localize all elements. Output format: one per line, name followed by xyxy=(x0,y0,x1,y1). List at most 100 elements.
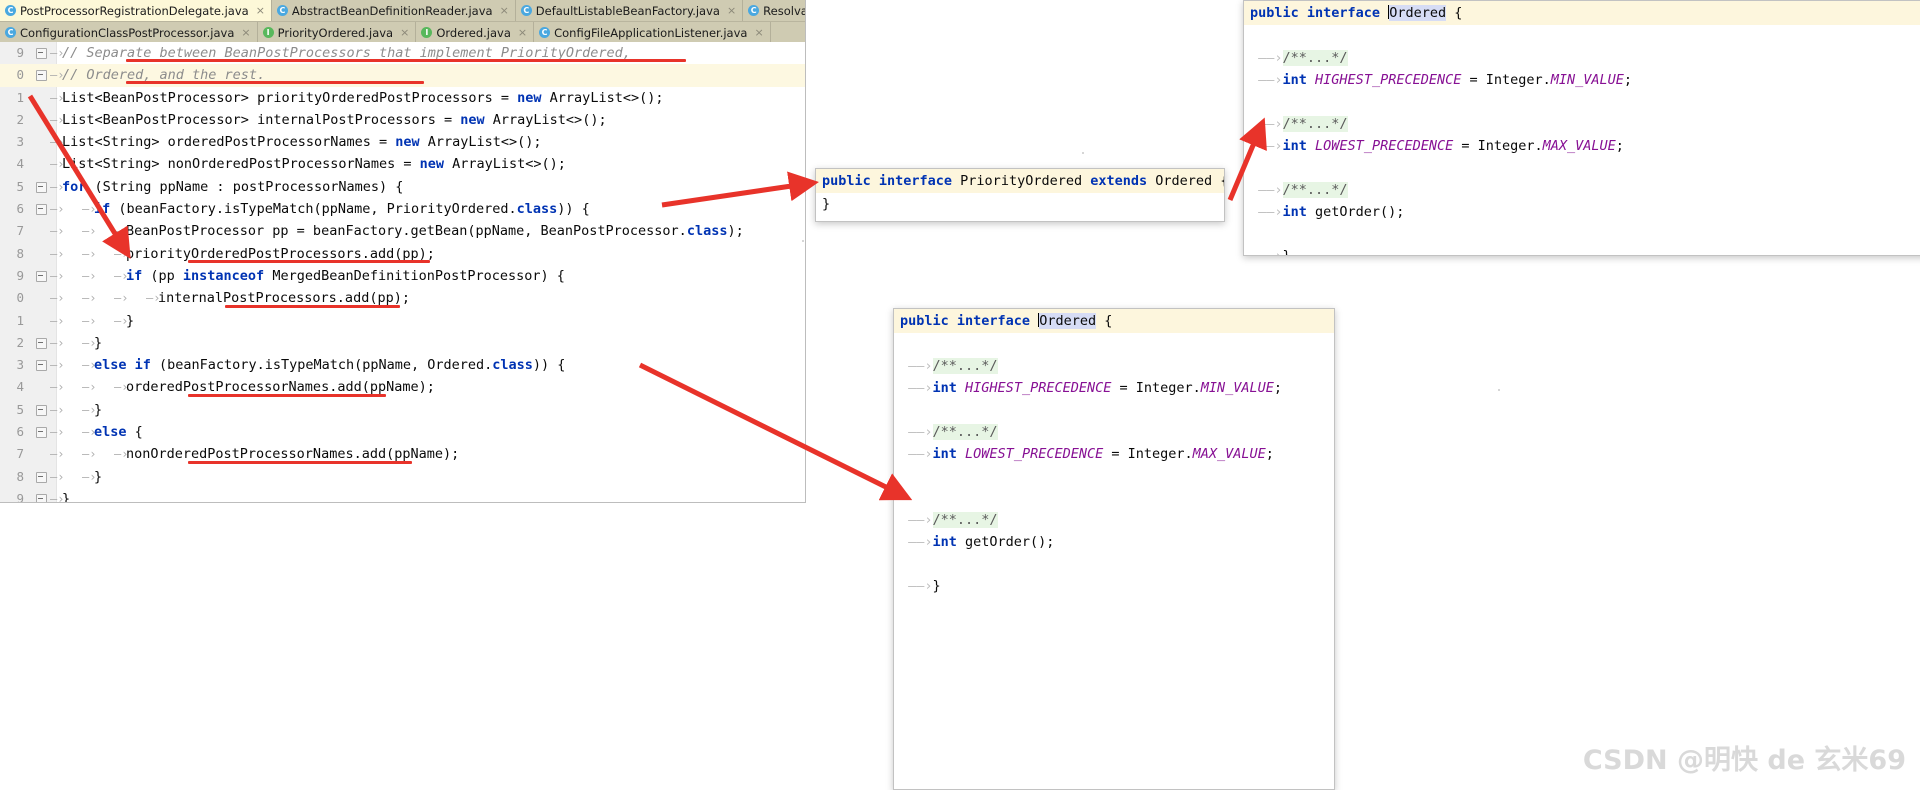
close-icon[interactable]: × xyxy=(754,27,763,38)
interface-icon: I xyxy=(262,27,274,38)
fold-toggle-icon[interactable] xyxy=(36,204,47,216)
fold-toggle-icon[interactable] xyxy=(36,48,47,59)
watermark-text: CSDN @明快 de 玄米69 xyxy=(1582,745,1906,776)
code-line[interactable]: 6 —› —› else { xyxy=(0,421,805,443)
editor-tab-resolvabletype[interactable]: CResolvableType.java× xyxy=(743,0,805,21)
code-line[interactable]: 1 —› List<BeanPostProcessor> priorityOrder… xyxy=(0,87,805,109)
code-line[interactable]: 3 —› List<String> orderedPostProcessorName… xyxy=(0,131,805,153)
code-text: } xyxy=(94,401,103,418)
code-content[interactable]: 9 —›// Separate between BeanPostProcessor… xyxy=(0,42,805,503)
code-line[interactable]: 1 —› —› —›} xyxy=(0,310,805,332)
class-icon: C xyxy=(539,27,551,38)
indent-guide-icon: —› xyxy=(50,402,65,417)
code-line[interactable]: 0 —› —› —› —› internalPostProcessors.add(pp); xyxy=(0,287,805,309)
close-icon[interactable]: × xyxy=(518,27,527,38)
indent-guide-icon: ——› xyxy=(900,512,933,528)
fold-toggle-icon[interactable] xyxy=(36,360,47,372)
close-icon[interactable]: × xyxy=(400,27,409,38)
code-text: List<String> nonOrderedPostProcessorName… xyxy=(62,156,566,173)
indent-guide-icon: ——› xyxy=(1250,204,1283,220)
editor-tab-abstractbeandefinitionreader[interactable]: C AbstractBeanDefinitionReader.java × xyxy=(271,0,516,21)
javadoc-fold-text[interactable]: /**...*/ xyxy=(932,424,998,440)
indent-guide-icon: —› xyxy=(82,291,97,306)
popup-priority-ordered-signature: public interface PriorityOrdered extends… xyxy=(816,169,1224,193)
close-icon[interactable]: × xyxy=(500,5,509,16)
fold-toggle-icon[interactable] xyxy=(36,427,47,439)
indent-guide-icon: —› xyxy=(50,447,65,462)
editor-tab-postprocessorregistrationdelegate[interactable]: C PostProcessorRegistrationDelegate.java × xyxy=(0,0,272,21)
class-icon: C xyxy=(276,5,288,16)
class-icon: C xyxy=(5,27,16,38)
indent-guide-icon: ——› xyxy=(1250,138,1283,154)
code-line[interactable]: 9 —›} xyxy=(0,488,805,503)
fold-toggle-icon[interactable] xyxy=(36,493,47,502)
code-line[interactable]: 7 —› —› —› BeanPostProcessor pp = beanFactor… xyxy=(0,220,805,242)
popup-ordered-main[interactable]: public interface Ordered { ——›/**...*/ —… xyxy=(893,308,1335,790)
editor-tab-label: ConfigurationClassPostProcessor.java xyxy=(20,25,235,40)
popup-code-line: ——›int HIGHEST_PRECEDENCE = Integer.MIN_… xyxy=(900,380,1283,396)
fold-toggle-icon[interactable] xyxy=(36,471,47,483)
fold-toggle-icon[interactable] xyxy=(36,404,47,416)
code-text: if (pp instanceof MergedBeanDefinitionPo… xyxy=(126,267,565,284)
editor-tab-ordered[interactable]: I Ordered.java × xyxy=(416,22,535,43)
popup-ordered-main-signature: public interface Ordered { xyxy=(894,309,1334,333)
code-line[interactable]: 4 —› —› —› orderedPostProcessorNames.add(ppN… xyxy=(0,376,805,398)
javadoc-fold-text[interactable]: /**...*/ xyxy=(1282,50,1348,66)
code-line[interactable]: 4 —› List<String> nonOrderedPostProcessorN… xyxy=(0,153,805,175)
javadoc-fold-text[interactable]: /**...*/ xyxy=(1282,116,1348,132)
code-text: for (String ppName : postProcessorNames)… xyxy=(62,178,404,195)
editor-tab-row-2: C ConfigurationClassPostProcessor.java × I P… xyxy=(0,21,805,43)
indent-guide-icon: —› xyxy=(50,358,65,373)
fold-toggle-icon[interactable] xyxy=(36,270,47,282)
editor-tab-row-1: C PostProcessorRegistrationDelegate.java ×… xyxy=(0,0,805,21)
code-line[interactable]: 2 —› —›} xyxy=(0,332,805,354)
decorative-dot xyxy=(802,240,804,242)
indent-guide-icon: —› xyxy=(50,425,65,440)
close-icon[interactable]: × xyxy=(727,5,736,16)
indent-guide-icon: —› xyxy=(50,246,65,261)
editor-tab-priorityordered[interactable]: I PriorityOrdered.java × xyxy=(257,22,417,43)
indent-guide-icon: —› xyxy=(114,291,129,306)
javadoc-fold-text[interactable]: /**...*/ xyxy=(932,358,998,374)
underline-non-ordered-names-add xyxy=(188,461,412,464)
code-line[interactable]: 9 —› —› —› if (pp instanceof MergedBeanDefin… xyxy=(0,265,805,287)
class-icon: C xyxy=(5,5,16,16)
indent-guide-icon: —› xyxy=(50,202,65,217)
line-number: 1 xyxy=(16,312,24,328)
code-line[interactable]: 5 —› for (String ppName : postProcessorNam… xyxy=(0,176,805,198)
javadoc-fold-text[interactable]: /**...*/ xyxy=(932,512,998,528)
line-number: 2 xyxy=(16,111,24,127)
line-number: 6 xyxy=(16,201,24,217)
line-number: 2 xyxy=(16,334,24,350)
line-number: 7 xyxy=(16,223,24,239)
line-number: 9 xyxy=(16,490,24,503)
editor-tab-defaultlistablebeanfactory[interactable]: C DefaultListableBeanFactory.java × xyxy=(515,0,744,21)
line-number: 8 xyxy=(16,245,24,261)
close-icon[interactable]: × xyxy=(241,27,250,38)
editor-tab-configfileapplicationlistener[interactable]: C ConfigFileApplicationListener.java × xyxy=(534,22,771,43)
fold-toggle-icon[interactable] xyxy=(36,337,47,349)
fold-toggle-icon[interactable] xyxy=(36,70,47,82)
popup-blank-line xyxy=(894,487,1334,509)
indent-guide-icon: ——› xyxy=(1250,50,1283,66)
code-line[interactable]: 3 —› —› else if (beanFactory.isTypeMatch(pp… xyxy=(0,354,805,376)
indent-guide-icon: ——› xyxy=(900,534,933,550)
fold-toggle-icon[interactable] xyxy=(36,181,47,193)
indent-guide-icon: ——› xyxy=(900,578,933,594)
code-line[interactable]: 8 —› —›} xyxy=(0,466,805,488)
popup-ordered-top[interactable]: public interface Ordered { ——›/**...*/ —… xyxy=(1243,0,1920,256)
indent-guide-icon: —› xyxy=(50,268,65,283)
popup-priority-ordered[interactable]: public interface PriorityOrdered extends… xyxy=(815,168,1225,222)
editor-tab-configurationclasspostprocessor[interactable]: C ConfigurationClassPostProcessor.java × xyxy=(0,22,258,43)
code-line[interactable]: 6 —› —› if (beanFactory.isTypeMatch(ppName,… xyxy=(0,198,805,220)
code-text: } xyxy=(62,490,71,503)
code-line[interactable]: 5 —› —›} xyxy=(0,399,805,421)
close-icon[interactable]: × xyxy=(256,5,265,16)
popup-blank-line xyxy=(1244,157,1920,179)
code-editor-area[interactable]: 9 —›// Separate between BeanPostProcessor… xyxy=(0,42,805,503)
code-line[interactable]: 2 —› List<BeanPostProcessor> internalPostP… xyxy=(0,109,805,131)
javadoc-fold-text[interactable]: /**...*/ xyxy=(1282,182,1348,198)
code-text: BeanPostProcessor pp = beanFactory.getBe… xyxy=(126,223,744,240)
interface-icon: I xyxy=(421,27,433,38)
tab-row-filler xyxy=(770,22,805,42)
